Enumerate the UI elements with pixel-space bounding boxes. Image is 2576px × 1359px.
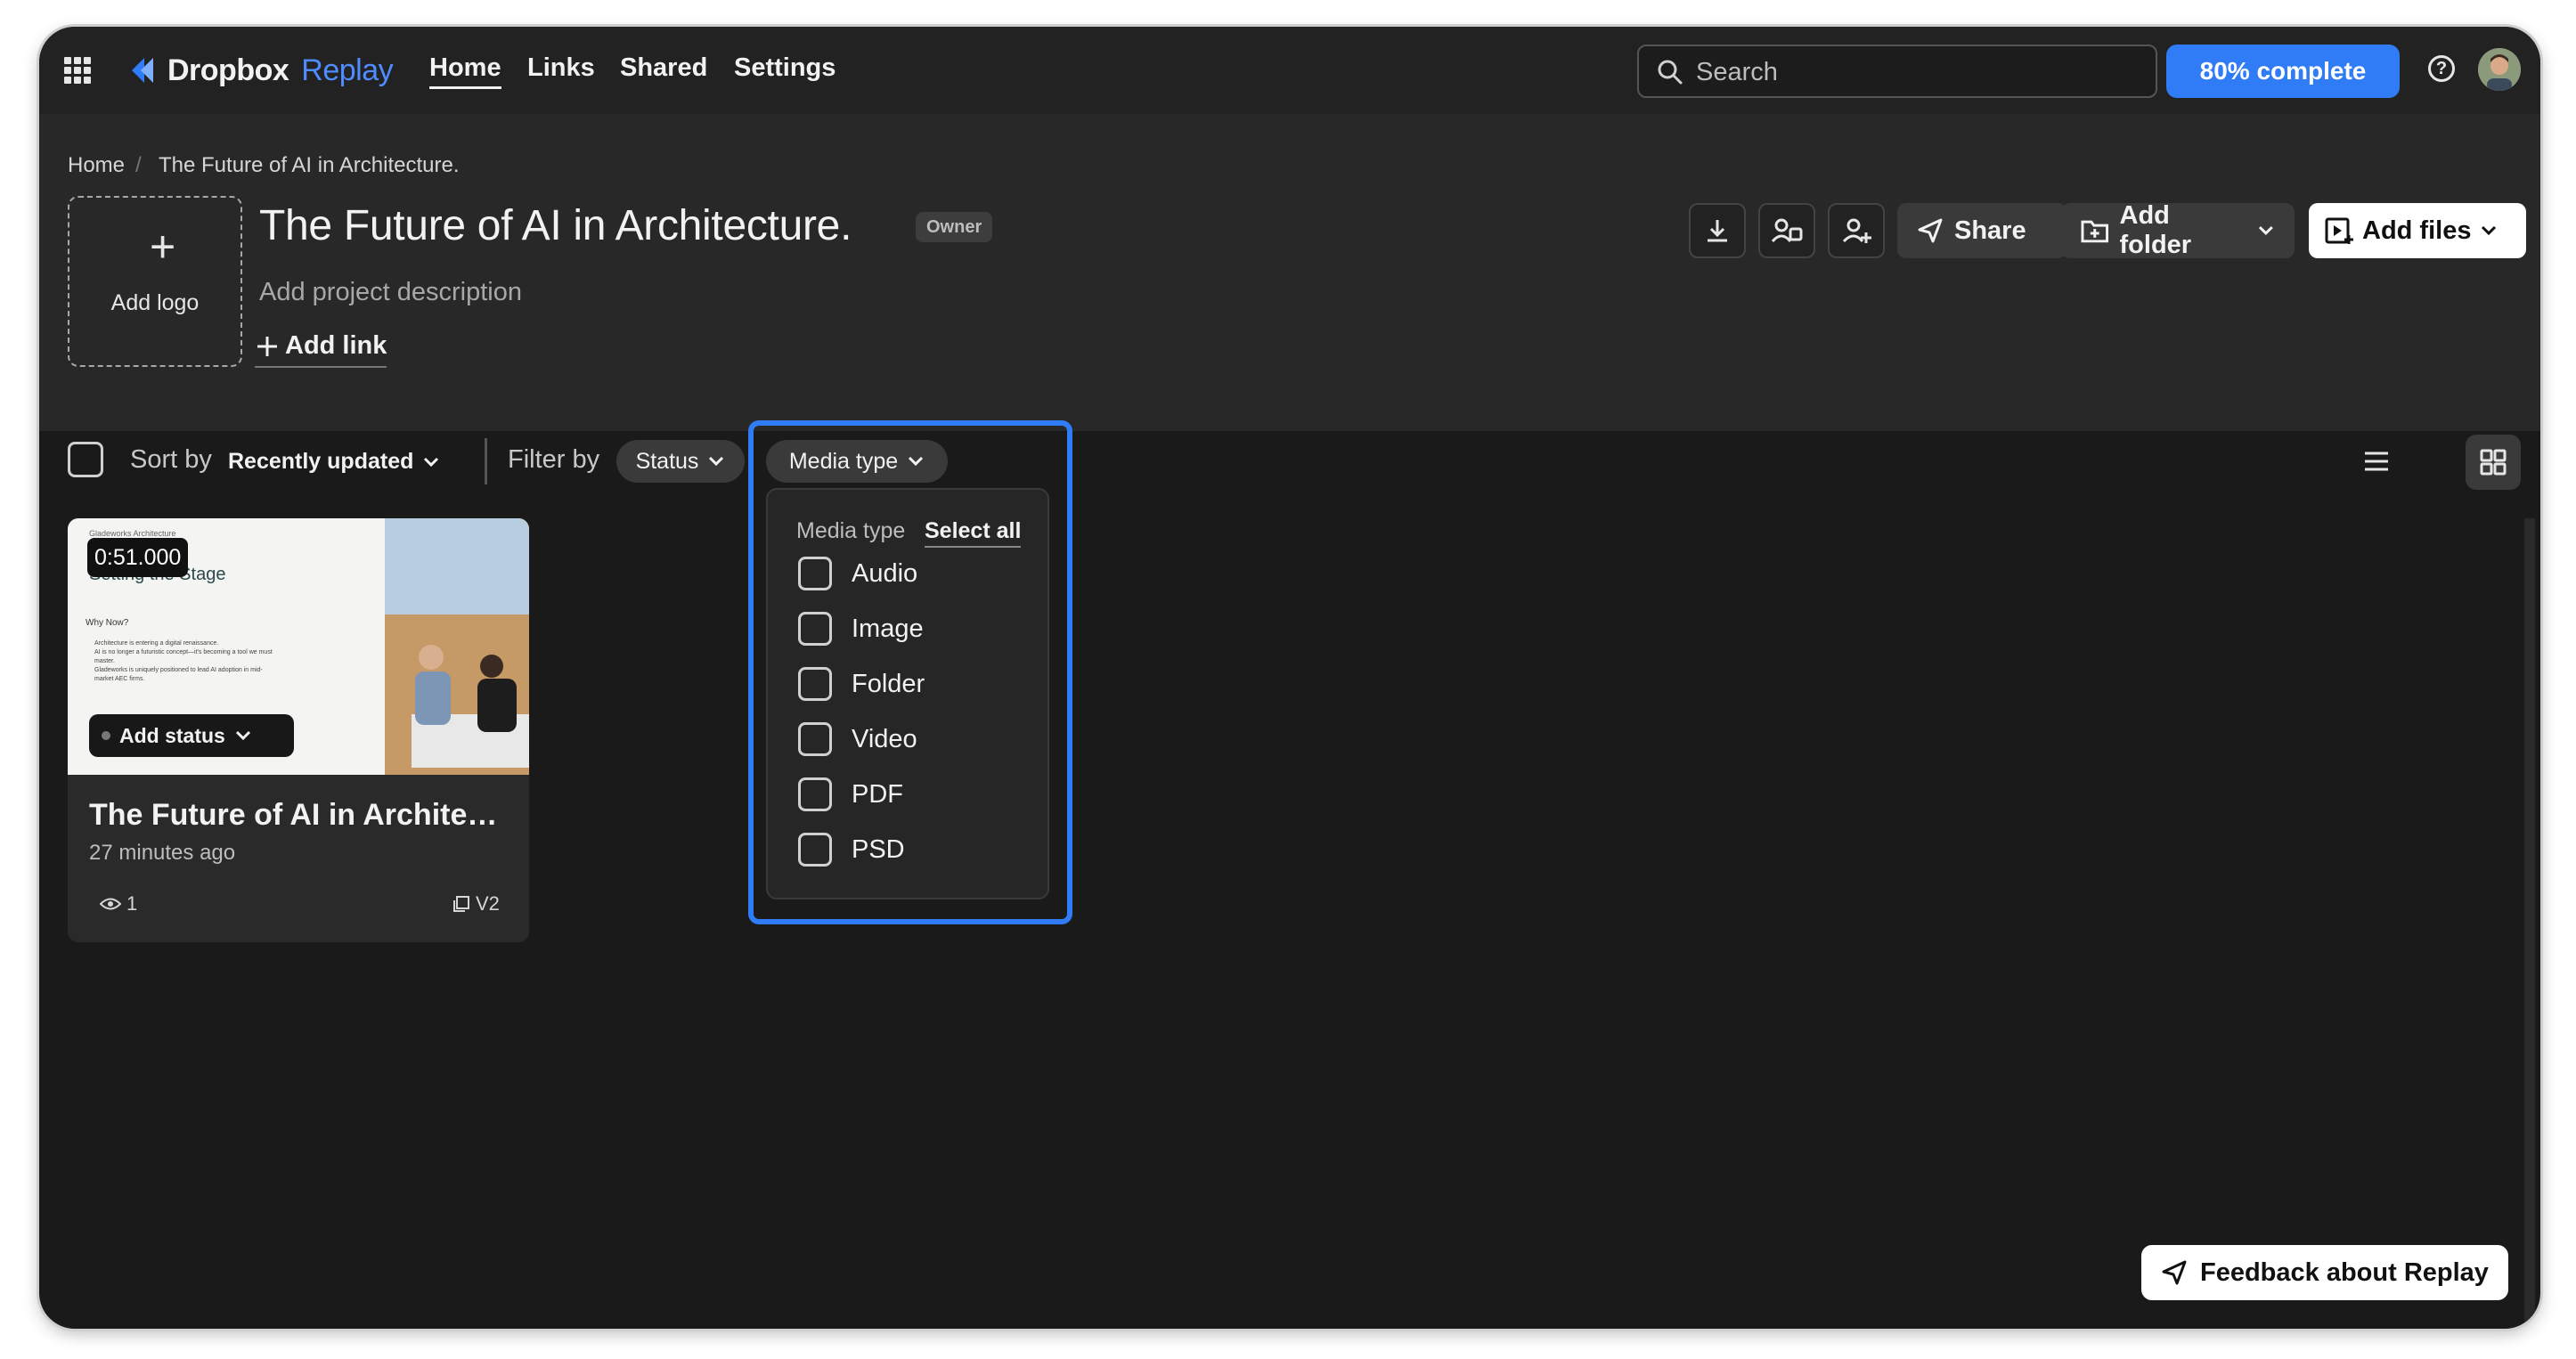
owner-badge: Owner <box>916 212 993 242</box>
file-updated-time: 27 minutes ago <box>89 841 236 865</box>
version-indicator[interactable]: V2 <box>452 892 500 915</box>
plus-icon <box>257 336 277 356</box>
sort-label: Sort by <box>130 445 212 474</box>
add-folder-button[interactable]: Add folder <box>2061 201 2295 259</box>
add-files-label: Add files <box>2362 216 2472 245</box>
status-chip-label: Status <box>635 448 699 474</box>
file-title[interactable]: The Future of AI in Architec... <box>89 798 508 833</box>
share-button[interactable]: Share <box>1897 203 2067 258</box>
grid-view-button[interactable] <box>2466 435 2521 490</box>
filter-label: Filter by <box>508 445 600 474</box>
people-icon <box>1771 218 1803 243</box>
breadcrumb-home[interactable]: Home <box>68 153 125 178</box>
search-input[interactable] <box>1694 55 2143 89</box>
avatar[interactable] <box>2478 48 2521 91</box>
add-status-label: Add status <box>119 723 225 747</box>
slide-bullet: Architecture is entering a digital renai… <box>94 640 219 647</box>
download-button[interactable] <box>1689 203 1746 258</box>
nav-settings[interactable]: Settings <box>734 53 836 83</box>
search-box[interactable] <box>1637 45 2157 98</box>
add-files-button[interactable]: Add files <box>2309 203 2526 258</box>
slide-bullet: Gladeworks is uniquely positioned to lea… <box>94 667 263 682</box>
add-logo-label: Add logo <box>110 290 200 315</box>
brand-sub: Replay <box>301 53 394 87</box>
project-description[interactable]: Add project description <box>259 278 522 307</box>
dropbox-replay-icon <box>132 58 153 83</box>
search-icon <box>1658 60 1683 85</box>
brand-name: Dropbox <box>167 53 289 87</box>
version-value: V2 <box>476 892 500 915</box>
add-video-icon <box>2325 217 2353 244</box>
chevron-down-icon <box>2259 226 2274 236</box>
slide-kicker: Gladeworks Architecture <box>89 529 176 538</box>
chevron-down-icon <box>235 730 250 741</box>
brand-logo[interactable]: Dropbox Replay <box>126 50 394 91</box>
chevron-down-icon <box>709 456 724 467</box>
focus-highlight <box>748 420 1072 924</box>
progress-complete-button[interactable]: 80% complete <box>2166 45 2400 98</box>
app-grid-icon[interactable] <box>64 57 91 84</box>
add-link-button[interactable]: Add link <box>255 331 387 368</box>
folder-plus-icon <box>2081 220 2109 243</box>
list-view-icon[interactable] <box>2362 447 2391 476</box>
plus-icon: + <box>150 222 176 272</box>
send-icon <box>1918 218 1943 243</box>
nav-links[interactable]: Links <box>527 53 595 83</box>
avatar-image-icon <box>2478 48 2521 91</box>
slide-bullets: Architecture is entering a digital renai… <box>94 639 281 684</box>
breadcrumb-separator: / <box>135 153 142 177</box>
add-person-icon <box>1842 218 1871 243</box>
add-folder-label: Add folder <box>2119 201 2192 259</box>
help-icon[interactable]: ? <box>2428 55 2455 82</box>
sort-dropdown[interactable]: Recently updated <box>228 449 440 475</box>
top-bar: Dropbox Replay Home Links Shared Setting… <box>39 27 2540 116</box>
versions-icon <box>453 896 469 912</box>
send-icon <box>2162 1260 2187 1285</box>
add-status-button[interactable]: Add status <box>89 714 294 757</box>
slide-bullet: AI is no longer a futuristic concept—it'… <box>94 649 273 664</box>
nav-home[interactable]: Home <box>429 53 501 89</box>
status-filter-chip[interactable]: Status <box>616 440 745 483</box>
duration-badge: 0:51.000 <box>87 538 189 577</box>
feedback-label: Feedback about Replay <box>2200 1257 2489 1287</box>
select-all-checkbox[interactable] <box>68 442 103 477</box>
manage-members-button[interactable] <box>1758 203 1815 258</box>
scrollbar[interactable] <box>2524 518 2535 1322</box>
download-icon <box>1708 220 1727 242</box>
page-title[interactable]: The Future of AI in Architecture. <box>259 201 852 250</box>
app-window: Dropbox Replay Home Links Shared Setting… <box>39 27 2540 1329</box>
slide-subheading: Why Now? <box>86 618 129 628</box>
grid-icon <box>2480 449 2507 476</box>
file-thumbnail[interactable]: Gladeworks Architecture Setting the Stag… <box>68 518 529 775</box>
chevron-down-icon <box>424 457 439 467</box>
add-link-label: Add link <box>285 331 387 360</box>
nav-shared[interactable]: Shared <box>620 53 707 83</box>
status-dot-icon <box>102 731 110 740</box>
sort-value: Recently updated <box>228 449 414 474</box>
chevron-down-icon <box>2482 225 2497 236</box>
eye-icon <box>100 898 121 910</box>
file-card[interactable]: Gladeworks Architecture Setting the Stag… <box>68 518 529 942</box>
invite-member-button[interactable] <box>1828 203 1885 258</box>
add-logo-button[interactable]: + Add logo <box>68 196 242 367</box>
toolbar-divider <box>485 438 487 484</box>
slide-photo <box>385 518 529 775</box>
feedback-button[interactable]: Feedback about Replay <box>2141 1245 2508 1300</box>
view-count: 1 <box>100 892 137 915</box>
view-count-value: 1 <box>126 892 138 915</box>
share-label: Share <box>1954 216 2026 245</box>
breadcrumb-current[interactable]: The Future of AI in Architecture. <box>159 153 460 178</box>
